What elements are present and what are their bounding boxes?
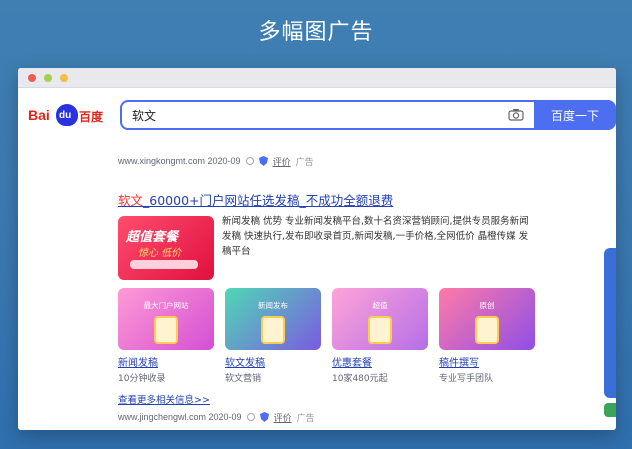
card-subtitle: 专业写手团队 xyxy=(439,374,494,384)
ad-image-cards: 最大门户网站 新闻发稿 10分钟收录 新闻发布 软文发稿 软文营销 超值 优惠套… xyxy=(118,288,538,388)
card-caption: 原创 xyxy=(479,301,495,310)
phone-icon xyxy=(261,316,285,344)
search-button[interactable]: 百度一下 xyxy=(534,100,616,130)
info-circle-icon[interactable] xyxy=(246,413,255,421)
result-meta: www.jingchengwl.com 2020-09 评价 广告 xyxy=(118,410,315,424)
logo-text-bai: Bai xyxy=(28,107,50,123)
result-meta: www.xingkongmt.com 2020-09 评价 广告 xyxy=(118,154,538,168)
banner-subline: 惊心 低价 xyxy=(138,248,182,259)
phone-icon xyxy=(475,316,499,344)
title-highlight: 软文 xyxy=(118,193,144,208)
ad-result-title[interactable]: 软文_60000+门户网站任选发稿_不成功全额退费 xyxy=(118,190,393,209)
title-rest: _60000+门户网站任选发稿_不成功全额退费 xyxy=(143,193,394,208)
logo-text-du: du xyxy=(59,110,72,121)
window-titlebar xyxy=(18,68,616,88)
sidebar-edge xyxy=(600,218,616,418)
card-image: 最大门户网站 xyxy=(118,288,214,350)
banner-headline: 超值套餐 xyxy=(126,230,179,245)
shield-icon[interactable] xyxy=(258,156,268,166)
search-input[interactable]: 软文 xyxy=(120,100,534,130)
card-caption: 新闻发布 xyxy=(258,301,288,310)
side-panel-green[interactable] xyxy=(604,403,616,417)
ad-label: 广告 xyxy=(296,412,315,423)
ad-description: 新闻发稿 优势 专业新闻发稿平台,数十名资深营销顾问,提供专员服务新闻发稿 快速… xyxy=(222,216,529,257)
card-caption: 最大门户网站 xyxy=(143,301,189,310)
promo-banner-image[interactable]: 超值套餐 惊心 低价 xyxy=(118,216,214,280)
close-window-dot[interactable] xyxy=(28,73,36,82)
maximize-window-dot[interactable] xyxy=(60,73,68,82)
info-circle-icon[interactable] xyxy=(245,157,254,165)
shield-icon[interactable] xyxy=(259,412,269,422)
phone-icon xyxy=(154,316,178,344)
ad-card[interactable]: 原创 稿件撰写 专业写手团队 xyxy=(439,288,535,384)
card-title-link[interactable]: 优惠套餐 xyxy=(332,354,428,369)
ad-card[interactable]: 新闻发布 软文发稿 软文营销 xyxy=(225,288,321,384)
ad-label: 广告 xyxy=(295,156,314,167)
search-header: Bai du 百度 软文 百度一下 xyxy=(18,98,616,132)
card-title-link[interactable]: 新闻发稿 xyxy=(118,354,214,369)
card-image: 超值 xyxy=(332,288,428,350)
logo-text-cn: 百度 xyxy=(79,110,104,124)
side-panel-blue[interactable] xyxy=(604,248,616,398)
card-subtitle: 10家480元起 xyxy=(332,374,388,384)
ad-card[interactable]: 超值 优惠套餐 10家480元起 xyxy=(332,288,428,384)
card-subtitle: 软文营销 xyxy=(225,374,262,384)
review-link[interactable]: 评价 xyxy=(274,411,292,424)
baidu-logo[interactable]: Bai du 百度 xyxy=(28,104,128,126)
card-image: 新闻发布 xyxy=(225,288,321,350)
search-query: 软文 xyxy=(132,108,157,123)
result-url[interactable]: www.xingkongmt.com 2020-09 xyxy=(118,156,241,166)
paw-logo-icon: du xyxy=(56,104,78,126)
card-caption: 超值 xyxy=(372,301,388,310)
result-url[interactable]: www.jingchengwl.com 2020-09 xyxy=(118,412,242,422)
card-subtitle: 10分钟收录 xyxy=(118,374,166,384)
camera-icon[interactable] xyxy=(508,108,524,121)
review-link[interactable]: 评价 xyxy=(273,155,291,168)
page-headline: 多幅图广告 xyxy=(258,20,374,45)
ad-card[interactable]: 最大门户网站 新闻发稿 10分钟收录 xyxy=(118,288,214,384)
phone-icon xyxy=(368,316,392,344)
banner-bar xyxy=(130,260,198,269)
search-results: www.xingkongmt.com 2020-09 评价 广告 软文_6000… xyxy=(118,154,538,423)
card-title-link[interactable]: 稿件撰写 xyxy=(439,354,535,369)
browser-window: Bai du 百度 软文 百度一下 www.xingkongmt.com 202… xyxy=(18,68,616,430)
more-info-link[interactable]: 查看更多相关信息>> xyxy=(118,392,210,406)
card-title-link[interactable]: 软文发稿 xyxy=(225,354,321,369)
card-image: 原创 xyxy=(439,288,535,350)
minimize-window-dot[interactable] xyxy=(44,73,52,82)
